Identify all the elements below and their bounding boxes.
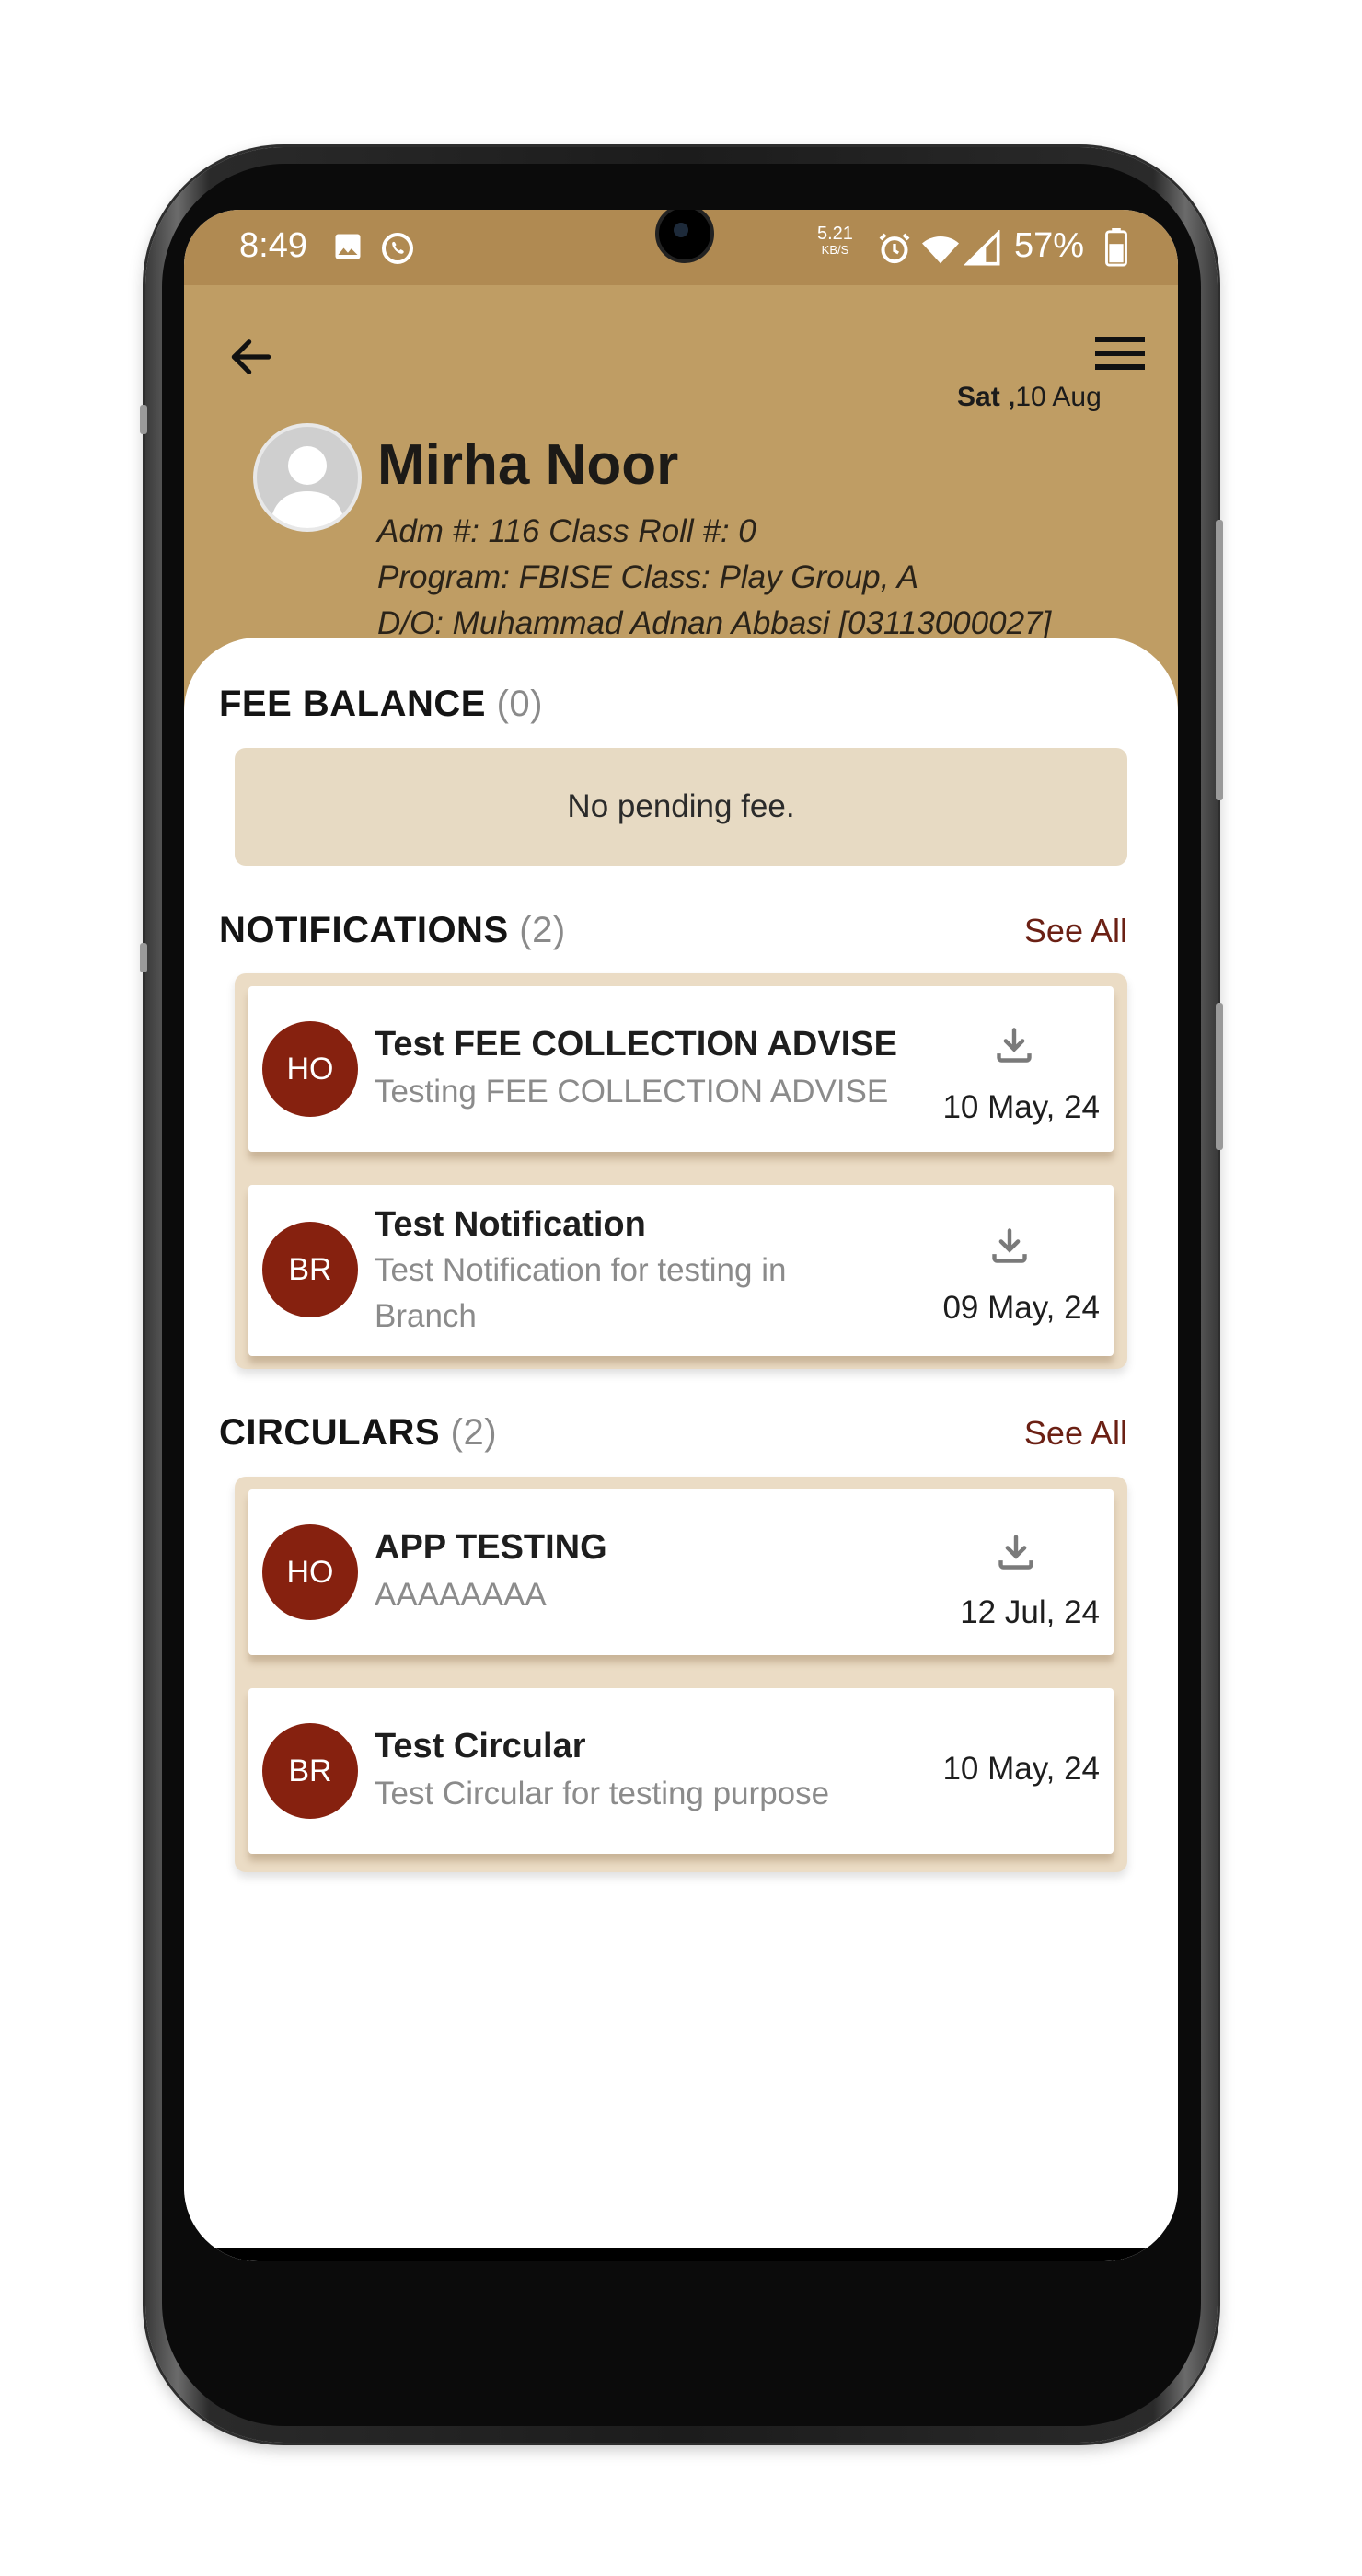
wifi-icon [922,236,959,264]
network-speed-value: 5.21 [817,224,853,244]
sender-badge: HO [262,1524,358,1620]
circulars-count: (2) [450,1412,498,1453]
dashboard-content: FEE BALANCE (0) No pending fee. NOTIFICA… [184,638,1178,2261]
download-icon[interactable] [989,1225,1030,1266]
fee-balance-box: No pending fee. [235,748,1127,866]
notification-subtitle: Testing FEE COLLECTION ADVISE [375,1074,889,1110]
date-day: Sat , [957,382,1016,412]
notifications-see-all-link[interactable]: See All [1024,912,1127,950]
circular-date: 12 Jul, 24 [960,1594,1100,1630]
notification-title: Test Notification [375,1205,646,1244]
student-program-line: Program: FBISE Class: Play Group, A [377,559,919,595]
volume-button [1216,520,1223,800]
sender-badge: BR [262,1723,358,1819]
menu-icon[interactable] [1095,333,1145,374]
date-rest: 10 Aug [1015,382,1102,412]
network-speed-unit: KB/S [821,243,849,257]
front-camera [655,210,714,263]
left-side-button [140,405,147,434]
download-icon[interactable] [994,1025,1034,1065]
user-silhouette-icon [270,446,345,528]
circulars-list: HO APP TESTING AAAAAAAA 12 Jul, 24 BR Te… [235,1477,1127,1872]
circulars-see-all-link[interactable]: See All [1024,1414,1127,1453]
battery-icon [1105,228,1127,267]
notifications-heading: NOTIFICATIONS (2) [219,910,566,951]
notifications-count: (2) [519,910,566,950]
whatsapp-icon [382,233,413,264]
circular-item[interactable]: HO APP TESTING AAAAAAAA 12 Jul, 24 [248,1489,1114,1655]
sender-badge: BR [262,1222,358,1317]
system-navigation-bar [184,2248,1178,2261]
circulars-heading: CIRCULARS (2) [219,1412,497,1454]
download-icon[interactable] [996,1532,1036,1572]
circular-title: Test Circular [375,1727,586,1765]
left-side-button [140,943,147,972]
power-button [1216,1003,1223,1150]
app-screen: 8:49 5.21 KB/S 57% Sat ,10 Aug Mirha Noo… [184,210,1178,2261]
notification-subtitle: Test Notification for testing in Branch [375,1252,787,1334]
circular-subtitle: AAAAAAAA [375,1577,547,1613]
notification-item[interactable]: HO Test FEE COLLECTION ADVISE Testing FE… [248,986,1114,1152]
circular-date: 10 May, 24 [942,1751,1100,1787]
signal-icon [964,230,1000,266]
notification-date: 09 May, 24 [942,1290,1100,1326]
circular-subtitle: Test Circular for testing purpose [375,1776,830,1811]
notifications-list: HO Test FEE COLLECTION ADVISE Testing FE… [235,973,1127,1369]
status-time: 8:49 [239,226,307,265]
avatar [253,423,362,532]
student-adm-line: Adm #: 116 Class Roll #: 0 [377,513,756,549]
notification-item[interactable]: BR Test Notification Test Notification f… [248,1185,1114,1356]
network-speed: 5.21 KB/S [817,224,853,258]
fee-balance-title: FEE BALANCE [219,684,486,724]
notification-date: 10 May, 24 [942,1089,1100,1125]
circular-title: APP TESTING [375,1528,607,1567]
header-date: Sat ,10 Aug [957,382,1102,413]
battery-percent: 57% [1014,226,1085,265]
notifications-title: NOTIFICATIONS [219,910,509,950]
circular-item[interactable]: BR Test Circular Test Circular for testi… [248,1688,1114,1854]
back-arrow-icon[interactable] [225,331,277,383]
student-name: Mirha Noor [377,433,679,497]
student-parent-line: D/O: Muhammad Adnan Abbasi [03113000027] [377,605,1052,641]
fee-balance-message: No pending fee. [567,788,795,824]
sender-badge: HO [262,1021,358,1117]
circulars-title: CIRCULARS [219,1412,441,1453]
notification-title: Test FEE COLLECTION ADVISE [375,1025,897,1064]
fee-balance-heading: FEE BALANCE (0) [219,684,543,725]
status-bar: 8:49 5.21 KB/S 57% [184,210,1178,285]
fee-balance-count: (0) [496,684,543,724]
image-icon [335,234,361,259]
alarm-icon [879,233,910,264]
